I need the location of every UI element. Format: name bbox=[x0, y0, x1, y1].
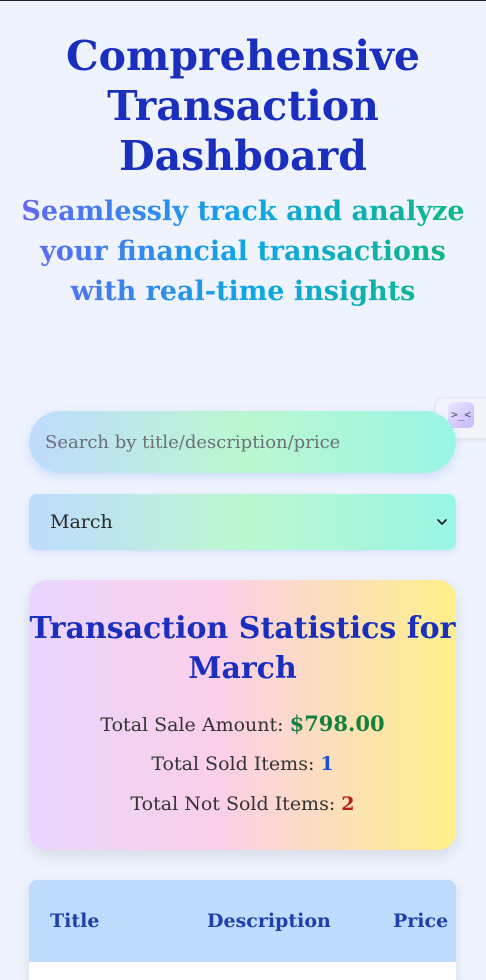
search-input[interactable] bbox=[29, 411, 456, 473]
statistics-title: Transaction Statistics for March bbox=[29, 611, 456, 686]
total-sale-row: Total Sale Amount: $798.00 bbox=[29, 709, 456, 740]
table-body bbox=[29, 962, 456, 980]
table-header: Title Description Price bbox=[29, 880, 456, 962]
column-header-description[interactable]: Description bbox=[207, 880, 331, 962]
transactions-table: Title Description Price bbox=[29, 880, 456, 980]
column-header-title[interactable]: Title bbox=[50, 880, 99, 962]
month-select[interactable]: March bbox=[29, 494, 456, 550]
terminal-face-icon: >_< bbox=[448, 402, 474, 428]
chevron-down-icon bbox=[437, 519, 447, 525]
total-not-sold-value: 2 bbox=[341, 793, 355, 815]
page-title: Comprehensive Transaction Dashboard bbox=[66, 32, 420, 180]
statistics-card: Transaction Statistics for March Total S… bbox=[29, 580, 456, 850]
total-sold-row: Total Sold Items: 1 bbox=[29, 749, 456, 779]
total-sold-value: 1 bbox=[320, 753, 334, 775]
page-subtitle: Seamlessly track and analyze your financ… bbox=[20, 192, 466, 312]
total-sold-label: Total Sold Items: bbox=[151, 753, 315, 775]
total-not-sold-label: Total Not Sold Items: bbox=[130, 793, 336, 815]
total-sale-label: Total Sale Amount: bbox=[100, 714, 284, 736]
total-not-sold-row: Total Not Sold Items: 2 bbox=[29, 789, 456, 819]
total-sale-value: $798.00 bbox=[289, 711, 385, 736]
column-header-price[interactable]: Price bbox=[393, 880, 448, 962]
month-select-value: March bbox=[50, 511, 113, 533]
